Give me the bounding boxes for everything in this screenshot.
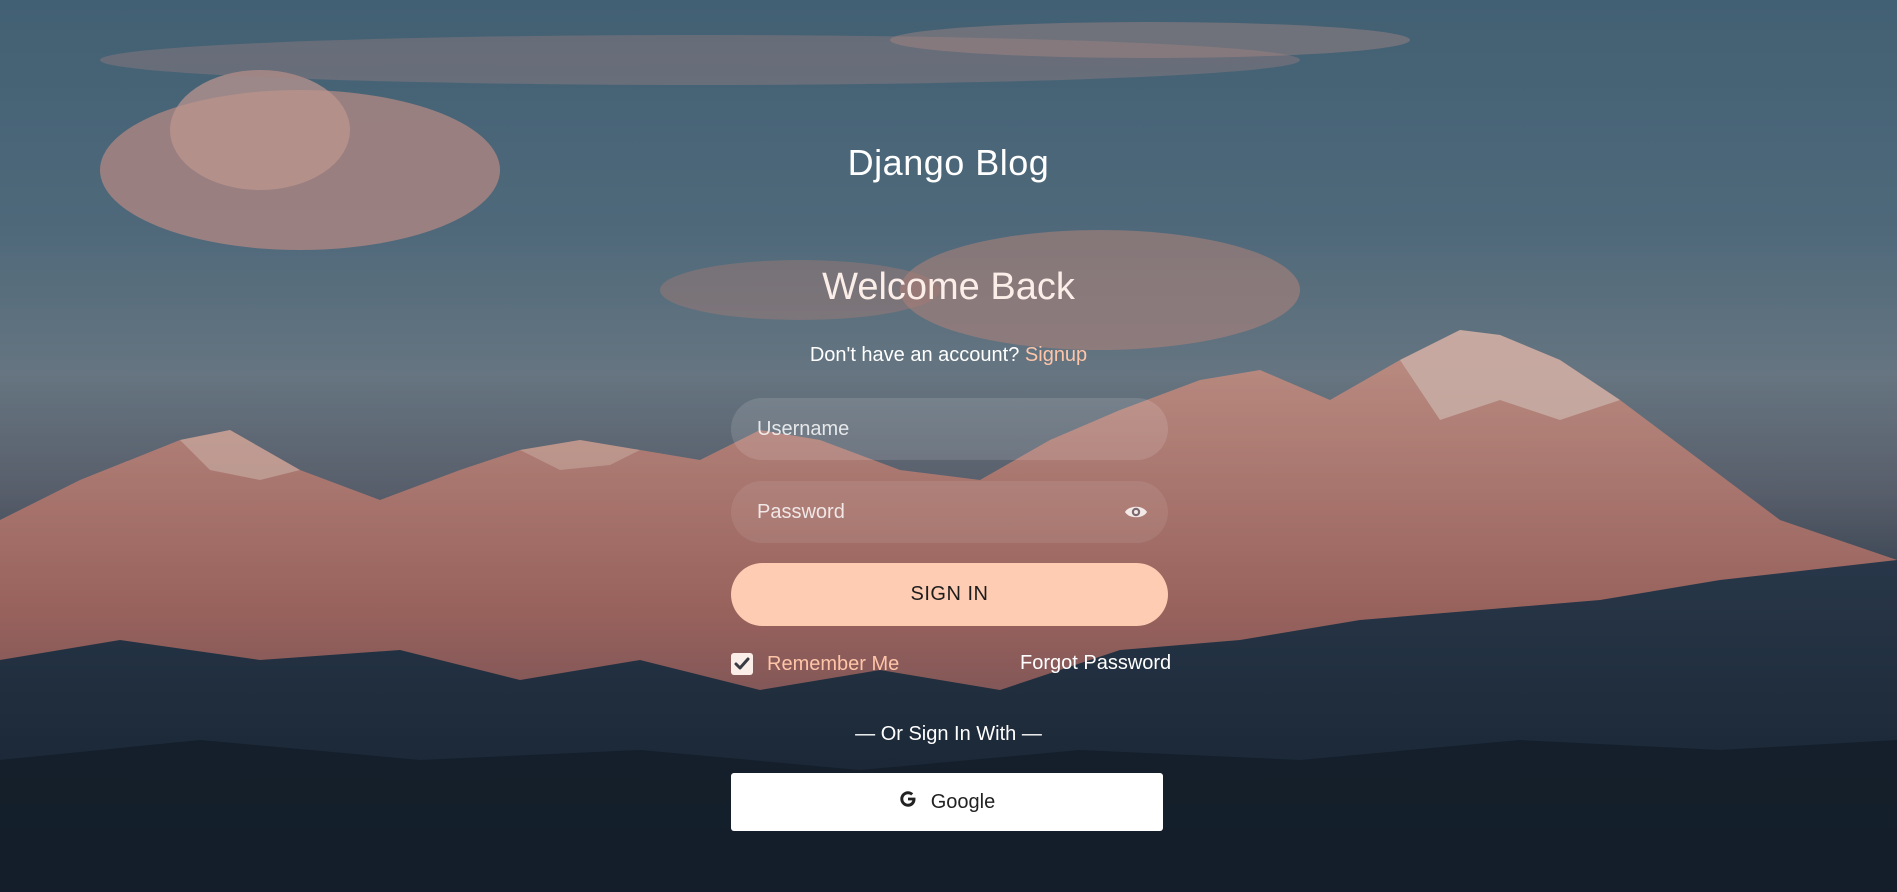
remember-me[interactable]: Remember Me [731, 652, 899, 676]
eye-icon[interactable] [1124, 501, 1148, 523]
password-input[interactable] [757, 500, 1142, 524]
login-page: Django Blog Welcome Back Don't have an a… [0, 0, 1897, 892]
signup-link[interactable]: Signup [1025, 344, 1087, 366]
remember-checkbox[interactable] [731, 653, 753, 675]
brand-title: Django Blog [847, 142, 1050, 183]
remember-label: Remember Me [767, 652, 900, 675]
social-divider: — Or Sign In With — [855, 723, 1042, 745]
google-signin-button[interactable]: Google [731, 773, 1163, 831]
signup-prompt-text: Don't have an account? [809, 344, 1020, 366]
signup-prompt: Don't have an account? Signup [0, 344, 1897, 367]
username-input[interactable] [757, 417, 1142, 441]
password-field[interactable] [731, 481, 1168, 543]
google-label: Google [930, 790, 996, 813]
google-icon [899, 790, 917, 814]
welcome-heading: Welcome Back [822, 266, 1075, 308]
signin-button[interactable]: SIGN IN [731, 563, 1168, 626]
username-field[interactable] [731, 398, 1168, 460]
forgot-password-link[interactable]: Forgot Password [1020, 652, 1171, 675]
check-icon [734, 657, 750, 670]
